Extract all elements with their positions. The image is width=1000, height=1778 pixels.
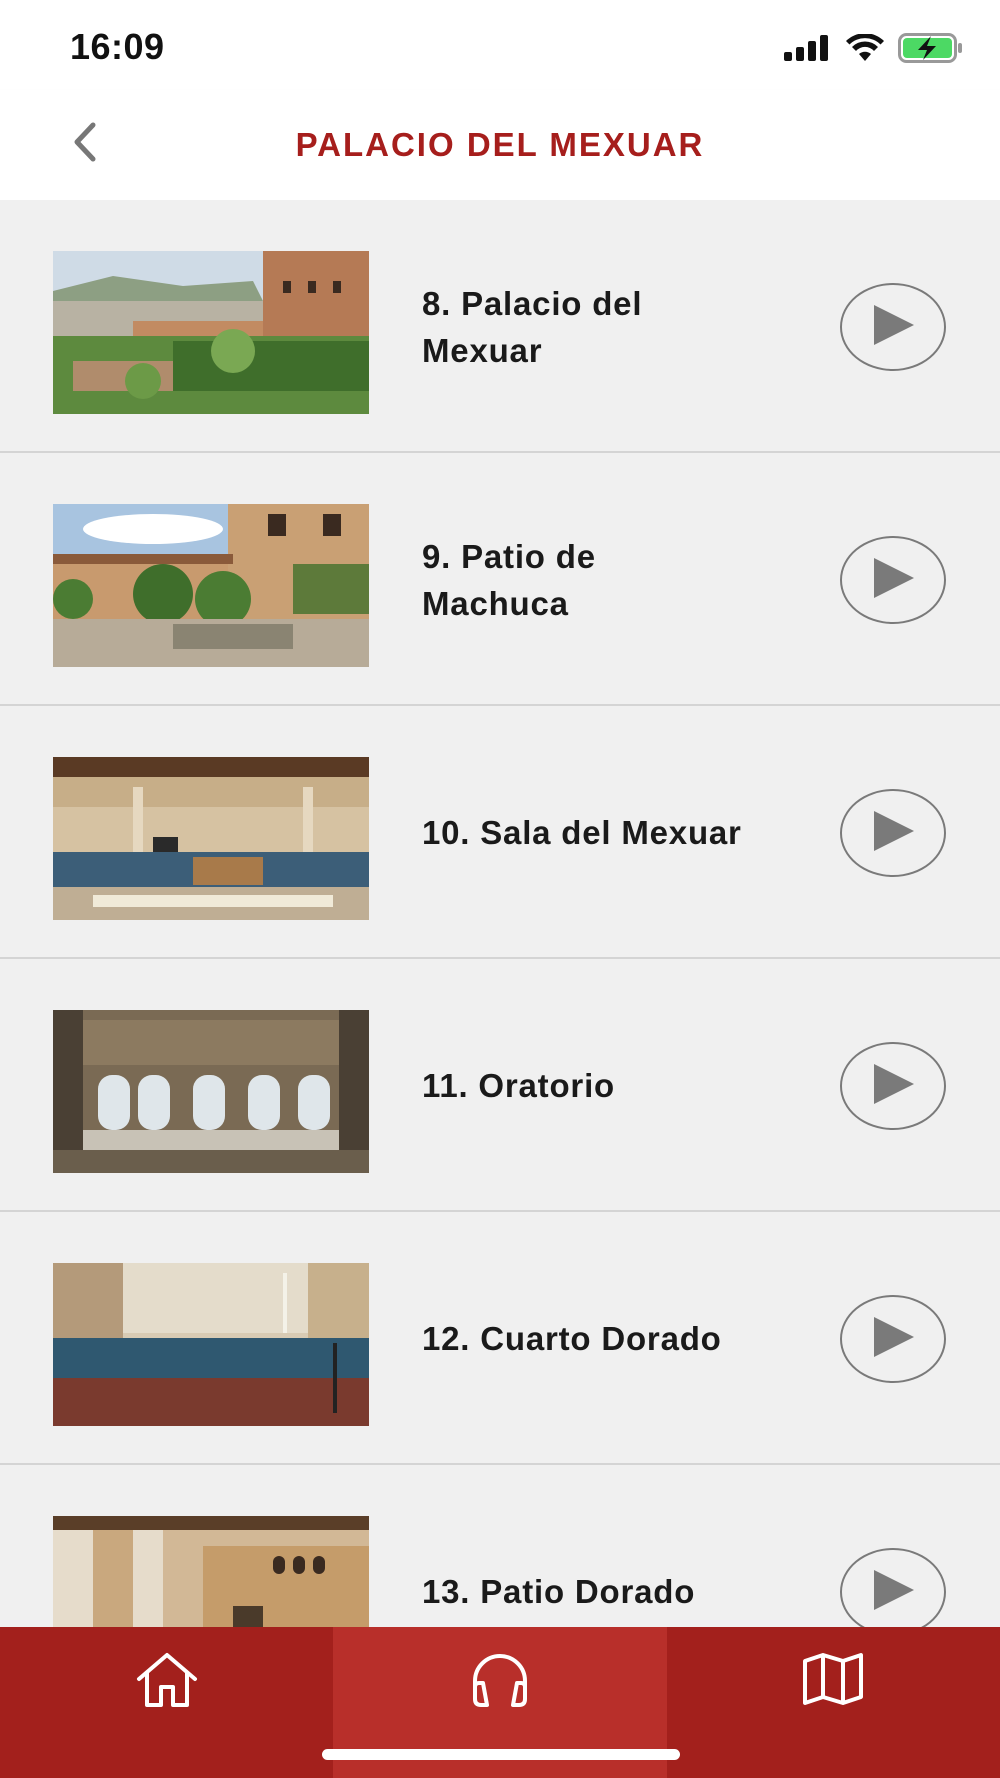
stop-list: 8. Palacio del Mexuar 9. Patio de Machuc… (0, 200, 1000, 1718)
play-icon (870, 556, 916, 605)
nav-header: PALACIO DEL MEXUAR (0, 90, 1000, 200)
stop-thumbnail (53, 1010, 369, 1173)
tab-map[interactable] (667, 1627, 1000, 1778)
play-button[interactable] (840, 1042, 946, 1130)
stop-thumbnail (53, 1263, 369, 1426)
stop-title: 12. Cuarto Dorado (422, 1320, 722, 1357)
play-button[interactable] (840, 1548, 946, 1636)
screen: 16:09 PALACIO DEL MEXUAR 8. Palacio del … (0, 0, 1000, 1778)
list-item[interactable]: 8. Palacio del Mexuar (0, 200, 1000, 453)
stop-title: 9. Patio de Machuca (422, 537, 596, 622)
status-bar: 16:09 (0, 0, 1000, 90)
list-item[interactable]: 12. Cuarto Dorado (0, 1212, 1000, 1465)
stop-thumbnail (53, 251, 369, 414)
cellular-signal-icon (784, 34, 832, 66)
stop-thumbnail (53, 757, 369, 920)
stop-title: 8. Palacio del Mexuar (422, 284, 643, 369)
status-icons (784, 32, 964, 68)
tab-home[interactable] (0, 1627, 333, 1778)
list-item[interactable]: 9. Patio de Machuca (0, 453, 1000, 706)
play-button[interactable] (840, 536, 946, 624)
list-item[interactable]: 11. Oratorio (0, 959, 1000, 1212)
home-icon (135, 1651, 199, 1714)
play-button[interactable] (840, 789, 946, 877)
play-button[interactable] (840, 1295, 946, 1383)
play-icon (870, 303, 916, 352)
page-title: PALACIO DEL MEXUAR (295, 126, 705, 163)
list-item[interactable]: 10. Sala del Mexuar (0, 706, 1000, 959)
play-icon (870, 1062, 916, 1111)
battery-charging-icon (898, 32, 964, 68)
stop-title: 10. Sala del Mexuar (422, 814, 742, 851)
status-time: 16:09 (70, 26, 165, 67)
map-icon (801, 1651, 865, 1712)
play-icon (870, 1315, 916, 1364)
play-icon (870, 809, 916, 858)
stop-thumbnail (53, 504, 369, 667)
headphones-icon (469, 1651, 531, 1714)
home-indicator (322, 1749, 680, 1760)
stop-title: 11. Oratorio (422, 1067, 616, 1104)
wifi-icon (846, 32, 884, 67)
play-icon (870, 1568, 916, 1617)
play-button[interactable] (840, 283, 946, 371)
